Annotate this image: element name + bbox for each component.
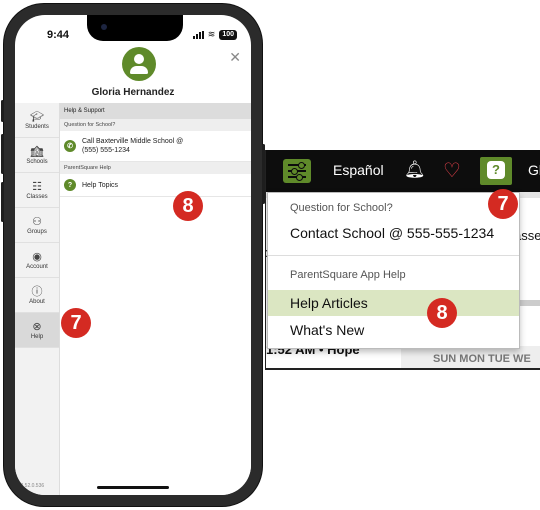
dropdown-app-help-header: ParentSquare App Help: [290, 269, 406, 281]
status-time: 9:44: [47, 29, 70, 41]
calendar-weekdays: SUN MON TUE WE: [433, 353, 531, 365]
sidebar-item-label: About: [29, 298, 45, 305]
status-icons: ≋ 100: [192, 29, 237, 40]
app-version: v2.52.0.536: [18, 483, 45, 489]
user-name: Gloria Hernandez: [91, 87, 175, 98]
avatar: [122, 47, 156, 81]
sidebar-item-label: Groups: [27, 228, 47, 235]
sidebar-item-about[interactable]: ⓘ About: [15, 278, 59, 313]
signal-icon: [192, 30, 204, 39]
help-topics-row[interactable]: ? Help Topics: [60, 174, 251, 197]
help-topics-label: Help Topics: [82, 181, 119, 189]
help-articles-label: Help Articles: [290, 295, 368, 311]
phone-icon: ✆: [64, 140, 76, 152]
sidebar-item-account[interactable]: ◉ Account: [15, 243, 59, 278]
sidebar-item-groups[interactable]: ⚇ Groups: [15, 208, 59, 243]
phone-volume-down: [1, 182, 4, 222]
dropdown-question-header: Question for School?: [290, 202, 393, 214]
call-school-text: Call Baxterville Middle School @ (555) 5…: [82, 137, 183, 155]
help-button[interactable]: ?: [480, 157, 512, 185]
sidebar-item-label: Help: [30, 333, 44, 340]
phone-screen: 9:44 ≋ 100 ✕ Gloria Hernandez 🎓︎ Student…: [15, 15, 251, 495]
sidebar-item-label: Students: [25, 123, 49, 130]
contact-school-label: Contact School @ 555-555-1234: [290, 225, 495, 241]
classes-icon: ☷: [32, 180, 42, 193]
sidebar-item-label: Account: [26, 263, 48, 270]
sidebar-item-classes[interactable]: ☷ Classes: [15, 173, 59, 208]
step-badge-phone-help-topics: 8: [173, 191, 203, 221]
step-badge-phone-help: 7: [61, 308, 91, 338]
whats-new-item[interactable]: What's New: [268, 317, 519, 343]
help-articles-item[interactable]: Help Articles: [268, 290, 519, 316]
step-badge-desktop-help-articles: 8: [427, 298, 457, 328]
phone-mute-switch: [1, 100, 4, 122]
sidebar-item-schools[interactable]: 🏫︎ Schools: [15, 138, 59, 173]
phone-mockup: 9:44 ≋ 100 ✕ Gloria Hernandez 🎓︎ Student…: [1, 4, 265, 506]
desktop-crop: Español 🔔︎ ♡ ? Gl asse : 1:52 AM • Hope …: [265, 150, 540, 370]
notch: [87, 15, 183, 41]
call-school-number: (555) 555-1234: [82, 147, 130, 154]
language-link[interactable]: Español: [333, 162, 384, 178]
whats-new-label: What's New: [290, 322, 365, 338]
school-icon: 🏫︎: [30, 145, 44, 158]
wifi-icon: ≋: [207, 29, 216, 39]
account-icon: ◉: [32, 250, 42, 263]
help-panel: Help & Support Question for School? ✆ Ca…: [60, 103, 251, 495]
step-badge-desktop-help: 7: [488, 189, 518, 219]
top-navbar: Español 🔔︎ ♡ ? Gl: [266, 150, 540, 192]
info-icon: ⓘ: [31, 285, 43, 298]
sidebar-item-label: Classes: [26, 193, 48, 200]
groups-icon: ⚇: [32, 215, 42, 228]
call-school-row[interactable]: ✆ Call Baxterville Middle School @ (555)…: [60, 131, 251, 162]
dropdown-divider: [268, 255, 519, 256]
phone-volume-up: [1, 134, 4, 174]
sidebar: 🎓︎ Students 🏫︎ Schools ☷ Classes ⚇ Group…: [15, 103, 60, 495]
bell-icon[interactable]: 🔔︎: [404, 160, 426, 180]
close-icon[interactable]: ✕: [229, 49, 241, 66]
sliders-icon[interactable]: [283, 159, 311, 183]
parentsquare-help-header: ParentSquare Help: [60, 162, 251, 174]
sidebar-item-help[interactable]: ⊗ Help: [15, 313, 59, 348]
lifebuoy-icon: ⊗: [32, 320, 42, 333]
help-section-title: Help & Support: [60, 103, 251, 119]
graduation-cap-icon: 🎓︎: [30, 110, 44, 123]
battery-icon: 100: [219, 29, 237, 40]
sidebar-item-label: Schools: [26, 158, 48, 165]
question-mark-icon: ?: [487, 161, 505, 179]
help-icon: ?: [64, 179, 76, 191]
question-header: Question for School?: [60, 119, 251, 131]
user-menu-partial[interactable]: Gl: [528, 162, 540, 178]
heart-icon[interactable]: ♡: [443, 158, 461, 183]
home-indicator: [97, 486, 169, 489]
status-bar: 9:44 ≋ 100: [15, 15, 251, 45]
sidebar-item-students[interactable]: 🎓︎ Students: [15, 103, 59, 138]
help-dropdown-menu: Question for School? Contact School @ 55…: [267, 192, 520, 349]
call-school-name: Call Baxterville Middle School @: [82, 138, 184, 145]
contact-school-item[interactable]: Contact School @ 555-555-1234: [268, 220, 519, 246]
